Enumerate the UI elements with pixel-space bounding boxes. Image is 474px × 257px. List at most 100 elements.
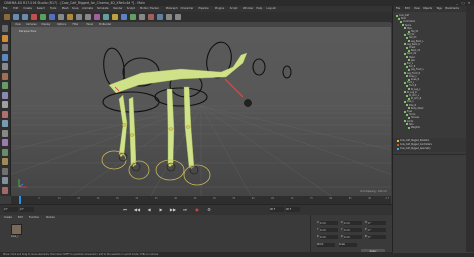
material-tab-3[interactable]: Texture [46, 215, 55, 220]
toolbar-icon-2[interactable] [22, 14, 28, 20]
object-manager-tab-4[interactable]: Tags [437, 6, 442, 12]
transport-button-7[interactable]: ⚙ [204, 206, 214, 214]
toolbar-icon-17[interactable] [157, 14, 163, 20]
left-tool-icon-12[interactable] [2, 139, 8, 146]
toolbar-icon-8[interactable] [76, 14, 82, 20]
transport-button-1[interactable]: ◀◀ [132, 206, 142, 214]
toolbar-icon-16[interactable] [148, 14, 154, 20]
toolbar-icon-4[interactable] [40, 14, 46, 20]
object-manager-tab-5[interactable]: Bookmarks [446, 6, 459, 12]
left-tool-icon-11[interactable] [2, 129, 8, 137]
coord-mode-scale[interactable]: Scale [339, 243, 357, 247]
status-text: Move: Click and drag to move elements. H… [3, 253, 159, 256]
object-manager-tab-1[interactable]: Edit [405, 6, 410, 12]
left-tool-icon-13[interactable] [2, 148, 8, 156]
object-icon [408, 40, 410, 43]
toolbar-icon-10[interactable] [94, 14, 100, 20]
coord-rotation-field[interactable]: 0 ° [368, 234, 386, 239]
layer-row[interactable]: Cow_Calf_Rigged_Geometry [397, 147, 431, 150]
layer-row[interactable]: Cow_Calf_Rigged_Skeleton [397, 139, 429, 142]
coord-axis-label: Z [317, 235, 319, 238]
material-thumbnail[interactable] [11, 224, 22, 235]
coord-size-field[interactable]: 0 cm [344, 220, 362, 225]
transport-button-0[interactable]: ⏮ [120, 206, 130, 214]
object-icon [400, 20, 402, 23]
coord-size-field[interactable]: 0 cm [344, 234, 362, 239]
layer-list: Cow_Calf_Rigged_Skeleton Cow_Calf_Rigged_… [393, 138, 474, 152]
transport-button-4[interactable]: ▶▶ [168, 206, 178, 214]
toolbar-icon-14[interactable] [130, 14, 136, 20]
left-tool-icon-16[interactable] [2, 177, 8, 184]
end-frame-field[interactable]: 90 F [270, 207, 284, 212]
left-tool-icon-10[interactable] [2, 120, 8, 127]
left-tool-icon-0[interactable] [2, 25, 8, 32]
timeline-ruler[interactable]: 0510152025303540455055606570758085900 F [11, 196, 391, 204]
toolbar-icon-11[interactable] [103, 14, 109, 20]
left-tool-icon-14[interactable] [2, 158, 8, 165]
coord-position-field[interactable]: 0 cm [320, 227, 338, 232]
layer-name: Cow_Calf_Rigged_Geometry [400, 147, 431, 150]
preview-end-field[interactable]: 90 F [286, 207, 300, 212]
toolbar-icon-6[interactable] [58, 14, 64, 20]
coordinate-manager: World Scale Apply X0 cmX0 cmH0 °Y0 cmY0 … [310, 215, 393, 257]
playhead[interactable] [19, 196, 21, 204]
object-icon [408, 30, 410, 33]
left-tool-icon-15[interactable] [2, 167, 8, 175]
coord-rotation-field[interactable]: 0 ° [368, 227, 386, 232]
current-frame-field[interactable]: 0 F [20, 207, 34, 212]
toolbar-icon-7[interactable] [67, 14, 73, 20]
toolbar-icon-3[interactable] [31, 14, 37, 20]
toolbar-icon-9[interactable] [85, 14, 91, 20]
toolbar-icon-19[interactable] [175, 14, 181, 20]
left-tool-icon-17[interactable] [2, 186, 8, 194]
toolbar-icon-1[interactable] [13, 14, 19, 20]
material-tab-1[interactable]: Edit [18, 215, 23, 220]
material-tab-0[interactable]: Create [4, 215, 12, 220]
coord-mode-world[interactable]: World [317, 243, 335, 247]
left-tool-icon-7[interactable] [2, 91, 8, 99]
material-tab-2[interactable]: Function [29, 215, 39, 220]
object-icon [404, 120, 406, 123]
layer-row[interactable]: Cow_Calf_Rigged_Controllers [397, 143, 432, 146]
left-tool-icon-4[interactable] [2, 63, 8, 70]
coord-axis-label: X [317, 221, 319, 224]
coord-position-field[interactable]: 0 cm [320, 234, 338, 239]
coord-rotation-field[interactable]: 0 ° [368, 220, 386, 225]
toolbar-icon-18[interactable] [166, 14, 172, 20]
right-dock-tabs [466, 6, 474, 252]
transport-button-6[interactable]: ● [192, 206, 202, 214]
object-manager-tab-3[interactable]: Objects [423, 6, 432, 12]
left-tool-icon-3[interactable] [2, 53, 8, 61]
object-manager-tab-0[interactable]: File [396, 6, 400, 12]
viewport-perspective[interactable]: View Cameras Display Options Filter Panel ProR… [11, 22, 391, 196]
coord-position-field[interactable]: 0 cm [320, 220, 338, 225]
toolbar-icon-5[interactable] [49, 14, 55, 20]
left-tool-icon-9[interactable] [2, 110, 8, 118]
start-frame-field[interactable]: 0 F [4, 207, 18, 212]
toolbar-icon-0[interactable] [4, 14, 10, 20]
tree-item[interactable]: Weights [408, 126, 420, 129]
timeline-tick: 60 [251, 197, 255, 200]
left-tool-icon-1[interactable] [2, 34, 8, 42]
scene-canvas[interactable] [11, 27, 391, 196]
toolbar-icon-13[interactable] [121, 14, 127, 20]
left-tool-icon-6[interactable] [2, 82, 8, 89]
object-icon [404, 27, 406, 30]
attribute-manager [393, 154, 474, 253]
coord-axis-label: Z [341, 235, 343, 238]
timeline-tick: 65 [271, 197, 274, 200]
toolbar-icon-15[interactable] [139, 14, 145, 20]
object-icon [406, 113, 408, 116]
transport-button-2[interactable]: ◀ [144, 206, 154, 214]
left-tool-icon-5[interactable] [2, 72, 8, 80]
coord-size-field[interactable]: 0 cm [344, 227, 362, 232]
object-icon [404, 43, 406, 46]
left-tool-icon-2[interactable] [2, 44, 8, 51]
transport-button-5[interactable]: ⏭ [180, 206, 190, 214]
transport-button-3[interactable]: ▶ [156, 206, 166, 214]
toolbar-icon-12[interactable] [112, 14, 118, 20]
left-tool-icon-8[interactable] [2, 101, 8, 108]
object-manager-tab-2[interactable]: View [414, 6, 420, 12]
grid-spacing-label: Grid Spacing : 100 cm [360, 190, 387, 193]
coord-axis-label: Y [341, 228, 343, 231]
